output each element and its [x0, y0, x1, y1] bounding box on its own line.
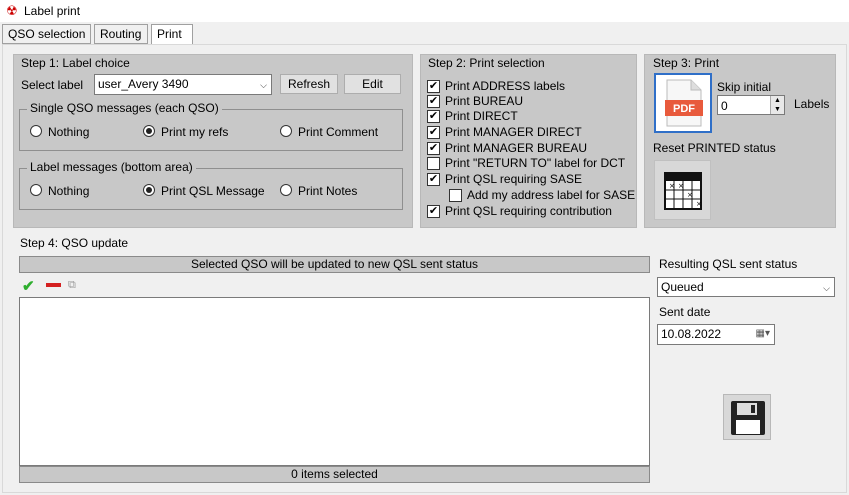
checkbox-2[interactable]: ✔: [427, 110, 440, 123]
radio-label-nothing[interactable]: [30, 184, 42, 196]
radio-label-notes[interactable]: [280, 184, 292, 196]
select-label-caption: Select label: [21, 78, 84, 92]
reset-printed-label: Reset PRINTED status: [653, 141, 776, 155]
checkbox-label: Print "RETURN TO" label for DCT: [445, 156, 626, 170]
chevron-down-icon: ⌵: [823, 283, 830, 293]
qso-list[interactable]: [19, 297, 650, 466]
calendar-icon[interactable]: ▦▾: [756, 325, 770, 343]
sent-date-label: Sent date: [659, 305, 711, 319]
chevron-down-icon: ⌵: [260, 80, 267, 90]
app-icon: ☢: [6, 3, 18, 18]
result-status-select[interactable]: Queued ⌵: [657, 277, 835, 297]
check-icon[interactable]: ✔: [22, 277, 35, 295]
step1-title: Step 1: Label choice: [21, 56, 130, 70]
radio-single-nothing-label: Nothing: [48, 125, 90, 139]
edit-button[interactable]: Edit: [344, 74, 401, 94]
sent-date-value: 10.08.2022: [661, 327, 722, 341]
spin-down-icon[interactable]: ▼: [770, 105, 784, 114]
checkbox-label: Print DIRECT: [445, 109, 518, 123]
svg-text:×: ×: [678, 182, 684, 190]
checkbox-4[interactable]: ✔: [427, 142, 440, 155]
step4-title: Step 4: QSO update: [20, 236, 129, 250]
window-title: Label print: [24, 4, 81, 18]
radio-single-comment-label: Print Comment: [298, 125, 379, 139]
title-bar: ☢ Label print: [0, 0, 849, 22]
radio-single-my-refs[interactable]: [143, 125, 155, 137]
tab-routing[interactable]: Routing: [94, 24, 148, 44]
radio-single-comment[interactable]: [280, 125, 292, 137]
step3-title: Step 3: Print: [653, 56, 720, 70]
radio-label-qsl-message-label: Print QSL Message: [161, 184, 265, 198]
single-qso-group-title: Single QSO messages (each QSO): [27, 101, 222, 115]
checkbox-0[interactable]: ✔: [427, 80, 440, 93]
pdf-button[interactable]: PDF: [654, 73, 712, 133]
radio-single-nothing[interactable]: [30, 125, 42, 137]
label-select[interactable]: user_Avery 3490 ⌵: [94, 74, 272, 95]
table-grid-icon: × × × ×: [664, 172, 702, 210]
skip-initial-spinner[interactable]: 0 ▲ ▼: [717, 95, 785, 115]
checkbox-1[interactable]: ✔: [427, 95, 440, 108]
label-select-value: user_Avery 3490: [98, 77, 189, 91]
reset-printed-button[interactable]: × × × ×: [654, 160, 711, 220]
save-button[interactable]: [723, 394, 771, 440]
update-banner: Selected QSO will be updated to new QSL …: [19, 256, 650, 273]
checkbox-label: Print BUREAU: [445, 94, 524, 108]
checkbox-5[interactable]: [427, 157, 440, 170]
result-status-label: Resulting QSL sent status: [659, 257, 798, 271]
tab-print[interactable]: Print: [151, 24, 193, 45]
checkbox-label: Add my address label for SASE: [467, 188, 636, 202]
labels-caption: Labels: [794, 97, 830, 111]
radio-label-nothing-label: Nothing: [48, 184, 90, 198]
pdf-icon: PDF: [665, 79, 703, 127]
spin-up-icon[interactable]: ▲: [770, 96, 784, 105]
svg-text:×: ×: [687, 191, 693, 199]
radio-label-qsl-message[interactable]: [143, 184, 155, 196]
minus-icon[interactable]: [46, 283, 61, 287]
floppy-disk-icon: [731, 401, 765, 435]
checkbox-8[interactable]: ✔: [427, 205, 440, 218]
result-status-value: Queued: [661, 280, 704, 294]
checkbox-label: Print ADDRESS labels: [445, 79, 566, 93]
sent-date-picker[interactable]: 10.08.2022 ▦▾: [657, 324, 775, 345]
checkbox-3[interactable]: ✔: [427, 126, 440, 139]
pdf-text: PDF: [673, 103, 695, 115]
step2-title: Step 2: Print selection: [428, 56, 545, 70]
checkbox-label: Print QSL requiring contribution: [445, 204, 612, 218]
skip-initial-value: 0: [721, 99, 728, 113]
svg-text:×: ×: [696, 200, 702, 208]
refresh-button[interactable]: Refresh: [280, 74, 338, 94]
checkbox-label: Print QSL requiring SASE: [445, 172, 582, 186]
checkbox-label: Print MANAGER BUREAU: [445, 141, 588, 155]
step2-panel: Step 2: Print selection ✔ Print ADDRESS l…: [420, 54, 637, 228]
step3-panel: Step 3: Print PDF Skip initial 0 ▲ ▼ Lab…: [644, 54, 836, 228]
step1-panel: Step 1: Label choice Select label user_A…: [13, 54, 413, 228]
tab-qso-selection[interactable]: QSO selection: [2, 24, 91, 44]
radio-single-my-refs-label: Print my refs: [161, 125, 229, 139]
label-messages-group-title: Label messages (bottom area): [27, 160, 196, 174]
svg-text:×: ×: [669, 182, 675, 190]
radio-label-notes-label: Print Notes: [298, 184, 358, 198]
items-selected-footer: 0 items selected: [19, 466, 650, 483]
copy-icon[interactable]: ⧉: [68, 279, 76, 292]
skip-initial-label: Skip initial: [717, 80, 772, 94]
checkbox-7[interactable]: [449, 189, 462, 202]
checkbox-6[interactable]: ✔: [427, 173, 440, 186]
checkbox-label: Print MANAGER DIRECT: [445, 125, 582, 139]
